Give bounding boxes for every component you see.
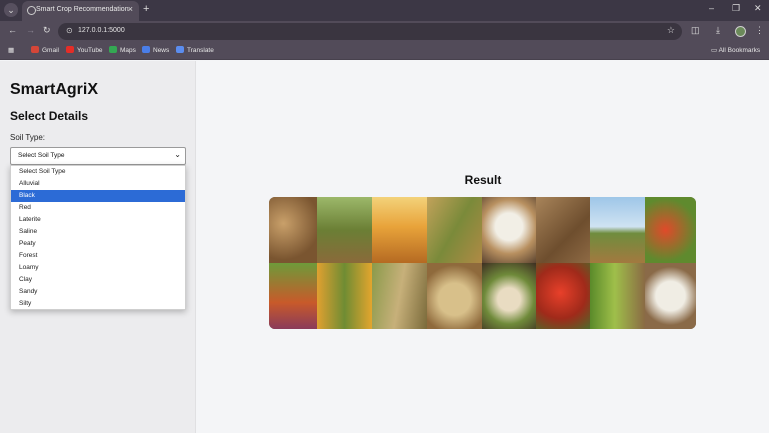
bookmark-news[interactable]: News: [142, 46, 169, 54]
soil-option[interactable]: Loamy: [11, 262, 185, 274]
bookmark-gmail[interactable]: Gmail: [31, 46, 59, 54]
address-bar[interactable]: ⊙ 127.0.0.1:5000 ☆: [58, 23, 682, 40]
tab-title: Smart Crop Recommendation: [36, 6, 129, 13]
close-window-icon[interactable]: ✕: [754, 3, 762, 14]
soil-type-label: Soil Type:: [10, 133, 45, 142]
extensions-icon[interactable]: ◫: [691, 25, 700, 36]
app-title: SmartAgriX: [10, 81, 99, 98]
collage-tile: [317, 263, 372, 329]
soil-option[interactable]: Peaty: [11, 238, 185, 250]
apps-grid-icon[interactable]: ▦: [8, 46, 14, 54]
soil-option-highlighted[interactable]: Black: [11, 190, 185, 202]
forward-arrow-icon[interactable]: →: [26, 25, 35, 35]
section-title: Select Details: [10, 109, 89, 123]
main-content: Result: [197, 61, 769, 433]
star-icon[interactable]: ☆: [667, 25, 675, 36]
collage-tile: [427, 197, 482, 263]
soil-option[interactable]: Select Soil Type: [11, 166, 185, 178]
collage-tile: [590, 197, 645, 263]
collage-tile: [482, 263, 536, 329]
url-text[interactable]: 127.0.0.1:5000: [78, 27, 125, 34]
gmail-icon: [31, 46, 39, 53]
download-icon[interactable]: ⤓: [716, 25, 720, 36]
chevron-down-icon: ⌄: [174, 150, 181, 159]
close-tab-icon[interactable]: ×: [128, 4, 133, 14]
soil-option[interactable]: Red: [11, 202, 185, 214]
collage-tile: [269, 263, 317, 329]
soil-option[interactable]: Alluvial: [11, 178, 185, 190]
collage-tile: [536, 263, 590, 329]
soil-option[interactable]: Saline: [11, 226, 185, 238]
all-bookmarks[interactable]: ▭ All Bookmarks: [711, 46, 760, 54]
reload-icon[interactable]: ↻: [43, 25, 51, 36]
site-info-icon[interactable]: ⊙: [66, 26, 73, 35]
browser-tab-bar: ⌄ Smart Crop Recommendation × + – ❐ ✕: [0, 0, 769, 21]
folder-icon: ▭: [711, 47, 719, 54]
bookmark-translate[interactable]: Translate: [176, 46, 214, 54]
result-heading: Result: [464, 173, 502, 187]
collage-tile: [590, 263, 645, 329]
bookmark-maps[interactable]: Maps: [109, 46, 136, 54]
bookmarks-bar: ▦ Gmail YouTube Maps News Translate ▭ Al…: [0, 42, 769, 60]
collage-tile: [317, 197, 372, 263]
soil-option[interactable]: Clay: [11, 274, 185, 286]
news-icon: [142, 46, 150, 53]
collage-tile: [536, 197, 590, 263]
translate-icon: [176, 46, 184, 53]
soil-option[interactable]: Laterite: [11, 214, 185, 226]
back-arrow-icon[interactable]: ←: [8, 25, 17, 35]
kebab-menu-icon[interactable]: ⋮: [755, 25, 764, 36]
browser-toolbar: ← → ↻ ⊙ 127.0.0.1:5000 ☆ ◫ ⤓ ⋮: [0, 21, 769, 42]
maps-icon: [109, 46, 117, 53]
collage-tile: [372, 197, 427, 263]
collage-tile: [269, 197, 317, 263]
soil-option[interactable]: Silty: [11, 298, 185, 310]
soil-type-dropdown: Select Soil Type Alluvial Black Red Late…: [10, 165, 186, 310]
soil-option[interactable]: Sandy: [11, 286, 185, 298]
globe-icon: [27, 6, 36, 15]
soil-option[interactable]: Forest: [11, 250, 185, 262]
soil-type-selected-value: Select Soil Type: [18, 152, 65, 159]
collage-tile: [645, 263, 696, 329]
collage-tile: [427, 263, 482, 329]
crops-collage-image: [269, 197, 696, 329]
tab-search-icon[interactable]: ⌄: [4, 3, 18, 17]
restore-icon[interactable]: ❐: [732, 3, 740, 14]
browser-tab[interactable]: Smart Crop Recommendation ×: [22, 1, 139, 21]
avatar[interactable]: [735, 26, 746, 37]
new-tab-icon[interactable]: +: [143, 3, 149, 15]
bookmark-youtube[interactable]: YouTube: [66, 46, 103, 54]
youtube-icon: [66, 46, 74, 53]
collage-tile: [482, 197, 536, 263]
minimize-icon[interactable]: –: [709, 3, 714, 13]
collage-tile: [645, 197, 696, 263]
soil-type-select[interactable]: Select Soil Type ⌄: [10, 147, 186, 165]
collage-tile: [372, 263, 427, 329]
